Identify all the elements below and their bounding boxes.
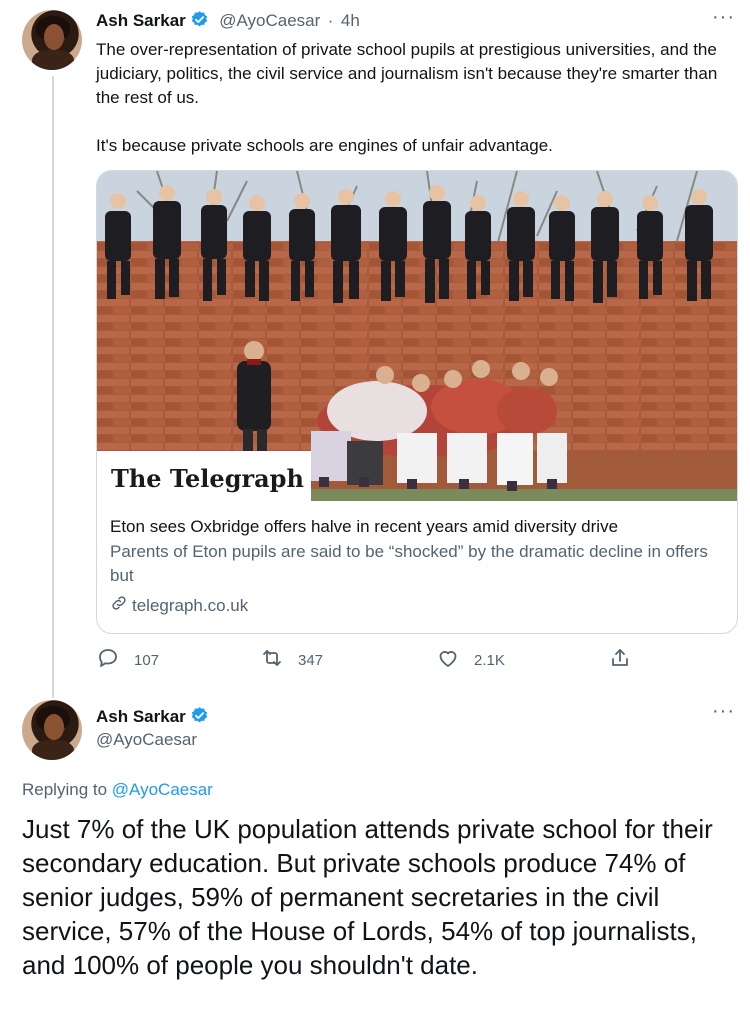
tweet-text: Just 7% of the UK population attends pri… [22,814,713,980]
card-title[interactable]: Eton sees Oxbridge offers halve in recen… [110,516,725,538]
more-options-icon[interactable]: ··· [712,700,735,723]
tweet-text-paragraph-2: It's because private schools are engines… [96,136,553,155]
tweet-header: Ash Sarkar [96,706,209,730]
tweet-text: The over-representation of private schoo… [96,38,736,158]
verified-badge-icon [190,10,209,34]
tweet-text-paragraph-1: The over-representation of private schoo… [96,40,718,107]
share-button[interactable] [608,646,632,674]
card-domain[interactable]: telegraph.co.uk [110,594,725,617]
link-preview-card[interactable]: The Telegraph Eton sees Oxbridge offers … [96,170,738,634]
replying-prefix: Replying to [22,780,108,799]
reply-button[interactable]: 107 [96,646,159,674]
tweet-reply[interactable]: Ash Sarkar @AyoCaesar ··· Replying to @A… [0,690,750,1009]
author-handle[interactable]: @AyoCaesar [96,730,197,750]
share-icon [608,646,632,674]
telegraph-logo: The Telegraph [97,451,311,501]
retweet-button[interactable]: 347 [260,646,323,674]
card-domain-text: telegraph.co.uk [132,595,249,615]
replying-to-link[interactable]: @AyoCaesar [112,780,213,799]
card-description: Parents of Eton pupils are said to be “s… [110,542,708,585]
tweet-header: Ash Sarkar @AyoCaesar · 4h [96,10,360,34]
like-count: 2.1K [474,651,505,669]
like-button[interactable]: 2.1K [436,646,505,674]
retweet-icon [260,646,284,674]
card-meta: Eton sees Oxbridge offers halve in recen… [110,516,725,617]
author-name[interactable]: Ash Sarkar [96,11,186,30]
author-handle[interactable]: @AyoCaesar [219,11,320,30]
article-photo[interactable]: The Telegraph [97,171,738,501]
tweet-actions: 107 347 2.1K [96,646,636,674]
replying-to-line: Replying to @AyoCaesar [22,780,213,800]
tweet-timestamp[interactable]: 4h [341,11,360,30]
svg-text:The Telegraph: The Telegraph [111,464,304,493]
verified-badge-icon [190,706,209,730]
reply-count: 107 [134,651,160,669]
author-name[interactable]: Ash Sarkar [96,707,186,726]
heart-icon [436,646,460,674]
author-avatar[interactable] [22,10,82,70]
more-options-icon[interactable]: ··· [712,6,735,29]
header-separator: · [327,11,334,30]
retweet-count: 347 [298,651,324,669]
tweet-main[interactable]: Ash Sarkar @AyoCaesar · 4h ··· The over-… [0,0,750,698]
link-icon [110,594,128,617]
reply-icon [96,646,120,674]
thread-connector-line [52,76,54,698]
author-avatar[interactable] [22,700,82,760]
